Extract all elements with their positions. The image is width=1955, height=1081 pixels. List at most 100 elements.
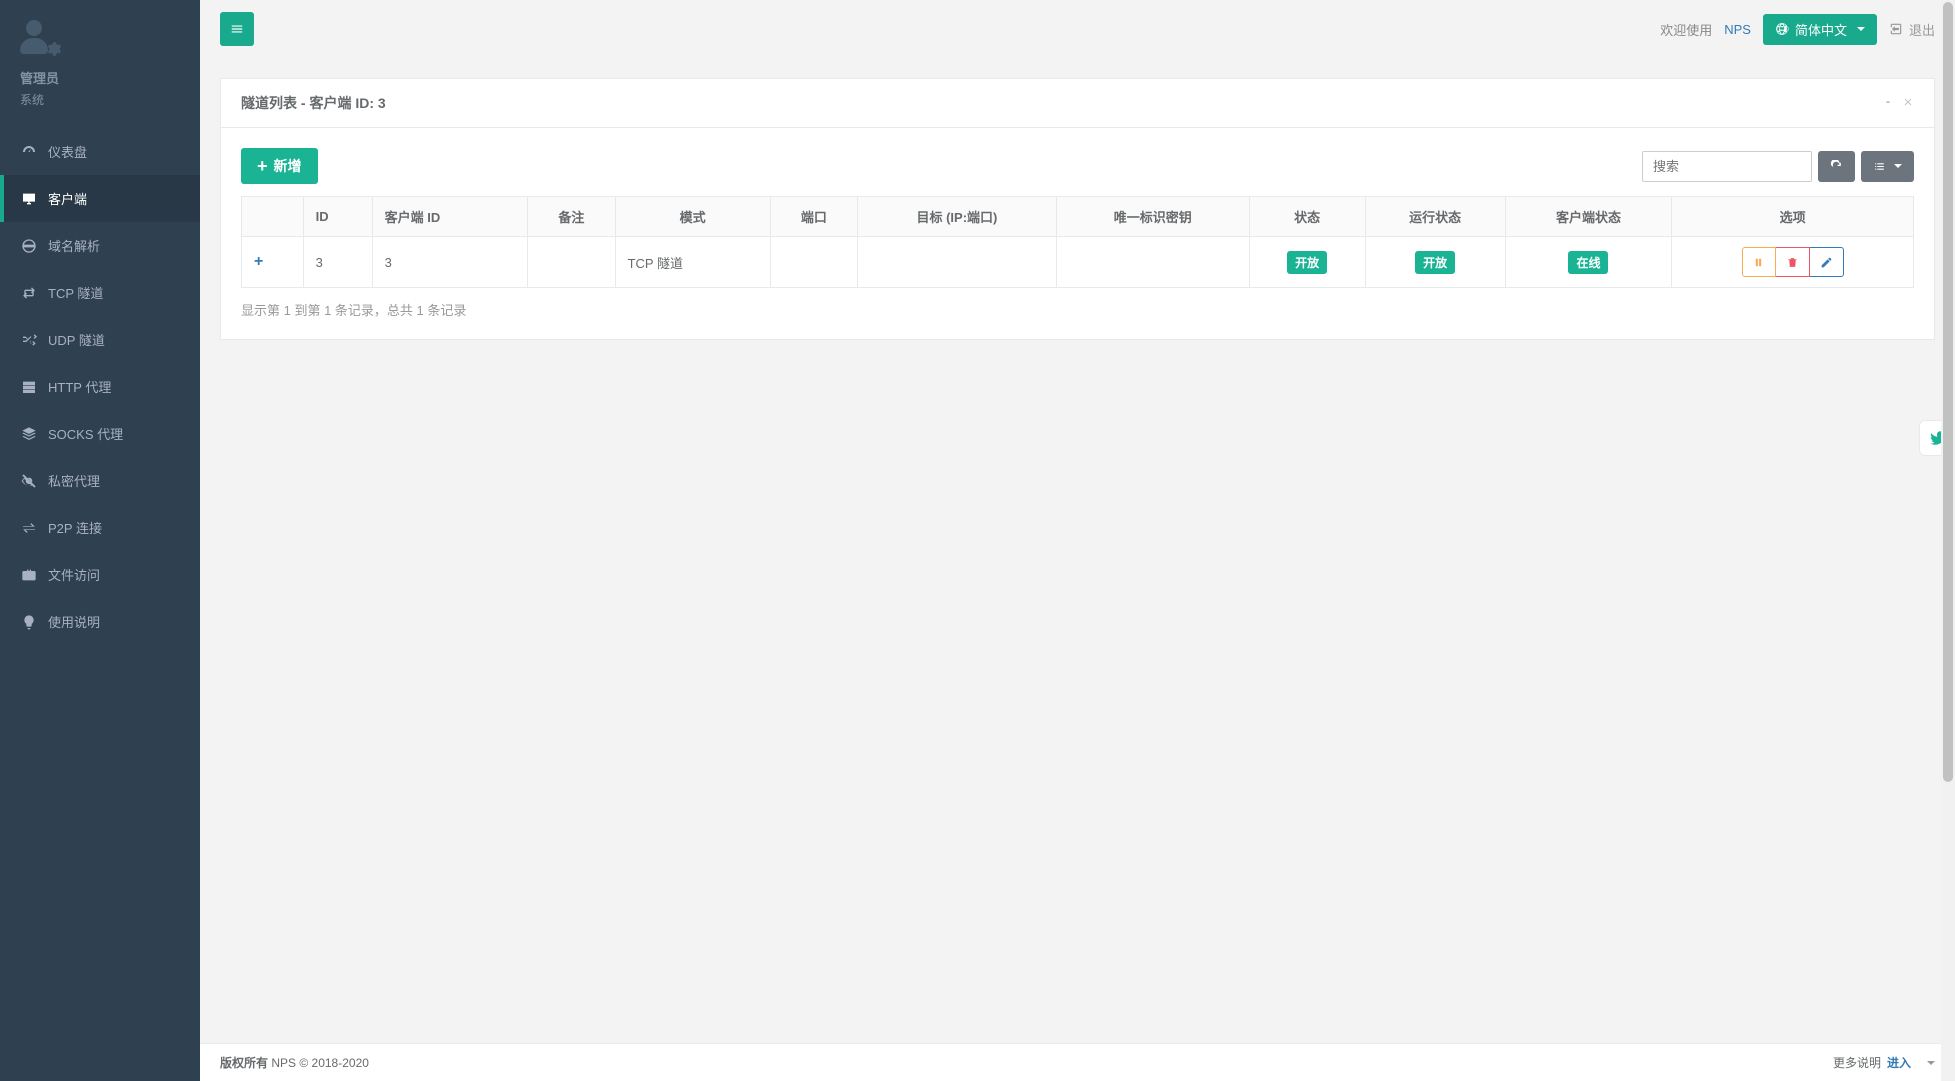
layers-icon (20, 426, 38, 442)
cell-client-id: 3 (372, 237, 528, 288)
nav-label: P2P 连接 (48, 518, 102, 537)
column-header[interactable]: 客户端状态 (1505, 197, 1672, 237)
table-info: 显示第 1 到第 1 条记录，总共 1 条记录 (241, 300, 1914, 319)
cell-status: 开放 (1249, 237, 1365, 288)
nav-item-desktop[interactable]: 客户端 (0, 175, 200, 222)
close-panel-button[interactable] (1902, 96, 1914, 111)
nav-item-retweet[interactable]: TCP 隧道 (0, 269, 200, 316)
exchange-icon (20, 520, 38, 536)
cell-port (770, 237, 857, 288)
column-header[interactable]: ID (303, 197, 372, 237)
user-gear-icon (20, 20, 60, 58)
column-header[interactable]: 备注 (528, 197, 615, 237)
refresh-button[interactable] (1818, 151, 1855, 182)
expand-button[interactable]: + (254, 253, 263, 270)
nav-label: 文件访问 (48, 565, 100, 584)
search-input[interactable] (1642, 151, 1812, 182)
sidebar: 管理员 系统 仪表盘客户端域名解析 TCP 隧道 UDP 隧道 HTTP 代理 SOCK… (0, 0, 200, 1081)
cell-key (1056, 237, 1249, 288)
sidebar-toggle-button[interactable] (220, 12, 254, 46)
retweet-icon (20, 285, 38, 301)
status-badge: 开放 (1287, 251, 1327, 274)
delete-button[interactable] (1776, 247, 1810, 277)
cell-mode: TCP 隧道 (615, 237, 770, 288)
eye-slash-icon (20, 473, 38, 489)
dashboard-icon (20, 144, 38, 160)
footer-more-text: 更多说明 (1833, 1054, 1881, 1071)
footer-more-link[interactable]: 进入 (1887, 1054, 1911, 1071)
trash-icon (1786, 256, 1799, 269)
logout-button[interactable]: 退出 (1889, 20, 1935, 39)
nav-item-server[interactable]: HTTP 代理 (0, 363, 200, 410)
nav-label: SOCKS 代理 (48, 424, 123, 443)
nav-item-briefcase[interactable]: 文件访问 (0, 551, 200, 598)
admin-role: 系统 (20, 91, 180, 108)
globe-icon (20, 238, 38, 254)
vertical-scrollbar[interactable] (1941, 0, 1955, 1081)
caret-down-icon (1894, 164, 1902, 168)
plus-icon: + (257, 157, 268, 175)
column-header[interactable]: 状态 (1249, 197, 1365, 237)
server-icon (20, 379, 38, 395)
column-header[interactable] (242, 197, 304, 237)
add-label: 新增 (274, 156, 302, 176)
cell-target (858, 237, 1057, 288)
scrollbar-thumb[interactable] (1943, 2, 1953, 782)
caret-down-icon (1857, 27, 1865, 31)
welcome-text: 欢迎使用 (1660, 20, 1712, 39)
pause-icon (1752, 256, 1765, 269)
nav-label: 仪表盘 (48, 142, 87, 161)
status-badge: 开放 (1415, 251, 1455, 274)
nav-item-random[interactable]: UDP 隧道 (0, 316, 200, 363)
footer: 版权所有 NPS © 2018-2020 更多说明 进入 (200, 1043, 1955, 1081)
column-header[interactable]: 目标 (IP:端口) (858, 197, 1057, 237)
nav-label: HTTP 代理 (48, 377, 111, 396)
nav-label: 使用说明 (48, 612, 100, 631)
bulb-icon (20, 614, 38, 630)
cell-id: 3 (303, 237, 372, 288)
status-badge: 在线 (1568, 251, 1608, 274)
column-header[interactable]: 客户端 ID (372, 197, 528, 237)
cell-client-status: 在线 (1505, 237, 1672, 288)
column-header[interactable]: 端口 (770, 197, 857, 237)
desktop-icon (20, 191, 38, 207)
language-label: 简体中文 (1795, 20, 1847, 39)
brand-link[interactable]: NPS (1724, 22, 1751, 37)
nav-list: 仪表盘客户端域名解析 TCP 隧道 UDP 隧道 HTTP 代理 SOCKS 代理私密代… (0, 128, 200, 645)
topbar: 欢迎使用 NPS 简体中文 退出 (200, 0, 1955, 58)
admin-name: 管理员 (20, 68, 180, 87)
collapse-button[interactable] (1882, 96, 1894, 111)
nav-item-dashboard[interactable]: 仪表盘 (0, 128, 200, 175)
nav-item-layers[interactable]: SOCKS 代理 (0, 410, 200, 457)
globe-icon (1775, 22, 1789, 36)
chevron-up-icon (1882, 96, 1894, 108)
nav-label: 域名解析 (48, 236, 100, 255)
nav-label: TCP 隧道 (48, 283, 103, 302)
sidebar-header: 管理员 系统 (0, 0, 200, 118)
random-icon (20, 332, 38, 348)
add-button[interactable]: + 新增 (241, 148, 318, 184)
caret-down-icon (1927, 1061, 1935, 1065)
pause-button[interactable] (1742, 247, 1776, 277)
tunnel-table: ID客户端 ID备注模式端口目标 (IP:端口)唯一标识密钥状态运行状态客户端状… (241, 196, 1914, 288)
column-header[interactable]: 唯一标识密钥 (1056, 197, 1249, 237)
table-row: +33 TCP 隧道 开放 开放 在线 (242, 237, 1914, 288)
nav-item-eye-slash[interactable]: 私密代理 (0, 457, 200, 504)
copyright: 版权所有 NPS © 2018-2020 (220, 1054, 369, 1071)
column-header[interactable]: 选项 (1672, 197, 1914, 237)
nav-item-bulb[interactable]: 使用说明 (0, 598, 200, 645)
column-header[interactable]: 运行状态 (1365, 197, 1505, 237)
nav-label: 客户端 (48, 189, 87, 208)
columns-button[interactable] (1861, 151, 1914, 182)
nav-item-exchange[interactable]: P2P 连接 (0, 504, 200, 551)
close-icon (1902, 96, 1914, 108)
nav-item-globe[interactable]: 域名解析 (0, 222, 200, 269)
column-header[interactable]: 模式 (615, 197, 770, 237)
nav-label: 私密代理 (48, 471, 100, 490)
language-button[interactable]: 简体中文 (1763, 14, 1877, 45)
list-icon (1873, 160, 1886, 173)
cell-remark (528, 237, 615, 288)
tunnel-panel: 隧道列表 - 客户端 ID: 3 + 新增 (220, 78, 1935, 340)
edit-button[interactable] (1810, 247, 1844, 277)
sign-out-icon (1889, 22, 1903, 36)
